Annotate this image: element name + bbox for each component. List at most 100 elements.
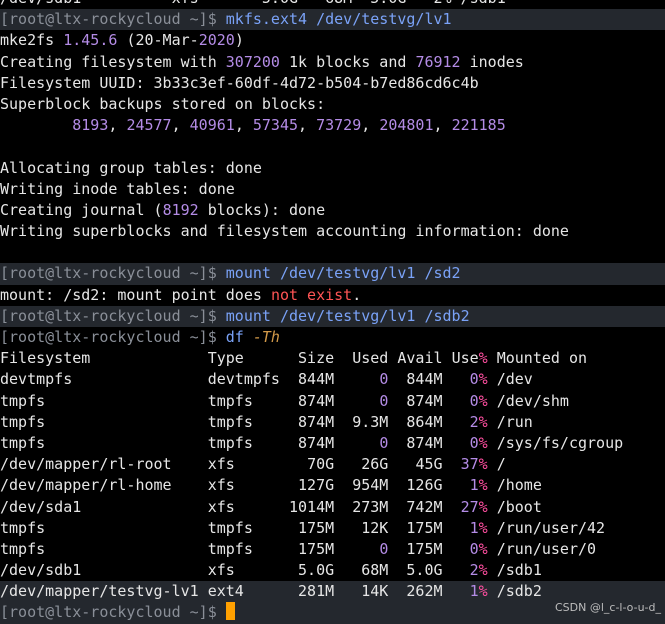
df-type: devtmpfs bbox=[207, 370, 280, 389]
mke2fs-version: 1.45.6 bbox=[63, 31, 118, 50]
df-avail: 874M bbox=[406, 391, 443, 410]
df-size: 70G bbox=[307, 455, 335, 474]
df-avail: 742M bbox=[406, 497, 443, 516]
df-row: tmpfs tmpfs 175M 12K 175M 1% /run/user/4… bbox=[0, 518, 665, 539]
superblock-label-line: Superblock backups stored on blocks: bbox=[0, 94, 665, 115]
df-used: 68M bbox=[361, 561, 389, 580]
df-filesystem: /dev/mapper/rl-home bbox=[0, 476, 172, 495]
df-type: tmpfs bbox=[207, 518, 253, 537]
df-row: tmpfs tmpfs 874M 9.3M 864M 2% /run bbox=[0, 412, 665, 433]
df-size: Size bbox=[298, 349, 335, 368]
df-usepct: 1 bbox=[469, 582, 479, 601]
df-mounted-on: /run/user/42 bbox=[496, 518, 606, 537]
writing-superblocks-line: Writing superblocks and filesystem accou… bbox=[0, 221, 665, 242]
df-avail: 5.0G bbox=[406, 561, 443, 580]
df-type: tmpfs bbox=[207, 412, 253, 431]
command-text: mount /dev/testvg/lv1 /sdb2 bbox=[225, 306, 470, 325]
df-type: tmpfs bbox=[207, 433, 253, 452]
df-row: tmpfs tmpfs 874M 0 874M 0% /sys/fs/cgrou… bbox=[0, 433, 665, 454]
df-size: 5.0G bbox=[298, 561, 335, 580]
df-usepct: 1 bbox=[469, 518, 479, 537]
prompt: [root@ltx-rockycloud ~]$ bbox=[0, 264, 217, 283]
writing-inode-line: Writing inode tables: done bbox=[0, 179, 665, 200]
df-type: Type bbox=[207, 349, 244, 368]
df-avail: 262M bbox=[406, 582, 443, 601]
percent-symbol: % bbox=[478, 497, 488, 516]
df-avail: 874M bbox=[406, 433, 443, 452]
df-used: 273M bbox=[352, 497, 389, 516]
df-used: 0 bbox=[379, 370, 389, 389]
df-size: 281M bbox=[298, 582, 335, 601]
superblock-separator: , bbox=[171, 116, 190, 135]
df-type: tmpfs bbox=[207, 391, 253, 410]
cf-text-b: 1k blocks and bbox=[289, 52, 407, 71]
superblock-block: 40961 bbox=[189, 116, 235, 135]
superblock-block: 57345 bbox=[252, 116, 299, 135]
df-type: tmpfs bbox=[207, 539, 253, 558]
percent-symbol: % bbox=[478, 391, 488, 410]
mke2fs-version-line: mke2fs 1.45.6 (20-Mar-2020) bbox=[0, 30, 665, 51]
df-usepct: 37 bbox=[460, 455, 479, 474]
df-row: /dev/sdb1 xfs 5.0G 68M 5.0G 2% /sdb1 bbox=[0, 560, 665, 581]
df-size: 874M bbox=[298, 412, 335, 431]
df-type: ext4 bbox=[207, 582, 244, 601]
mount-error-line: mount: /sd2: mount point does not exist. bbox=[0, 285, 665, 306]
df-mounted-on: /sys/fs/cgroup bbox=[496, 433, 624, 452]
command-line-df: [root@ltx-rockycloud ~]$ df -Th bbox=[0, 327, 665, 348]
df-usepct: 2 bbox=[469, 412, 479, 431]
mke2fs-date-year: 2020 bbox=[198, 31, 235, 50]
mke2fs-date-a: (20-Mar- bbox=[126, 31, 199, 50]
command-line-mount-sd2: [root@ltx-rockycloud ~]$ mount /dev/test… bbox=[0, 263, 665, 285]
df-avail: 175M bbox=[406, 518, 443, 537]
df-filesystem: tmpfs bbox=[0, 412, 46, 431]
command-text: mount /dev/testvg/lv1 /sd2 bbox=[225, 264, 461, 283]
df-mounted-on: /dev/shm bbox=[496, 391, 569, 410]
df-filesystem: tmpfs bbox=[0, 539, 46, 558]
df-filesystem: /dev/mapper/testvg-lv1 bbox=[0, 582, 199, 601]
error-not-exist: not exist bbox=[270, 285, 353, 304]
command-flag: -Th bbox=[252, 328, 280, 346]
df-usepct-symbol: % bbox=[478, 349, 488, 368]
df-type: xfs bbox=[207, 497, 235, 516]
df-type: xfs bbox=[207, 561, 235, 580]
df-size: 874M bbox=[298, 433, 335, 452]
df-filesystem: tmpfs bbox=[0, 433, 46, 452]
df-row: /dev/mapper/testvg-lv1 ext4 281M 14K 262… bbox=[0, 581, 665, 603]
df-type: xfs bbox=[207, 476, 235, 495]
writing-inode-text: Writing inode tables: done bbox=[0, 179, 235, 198]
df-usepct: 0 bbox=[469, 370, 479, 389]
df-usepct: 0 bbox=[469, 391, 479, 410]
df-type: xfs bbox=[207, 455, 235, 474]
df-size: 874M bbox=[298, 391, 335, 410]
df-mounted-on: /run bbox=[496, 412, 533, 431]
df-mounted-on: /sdb1 bbox=[496, 561, 542, 580]
text-cursor bbox=[225, 602, 235, 621]
mke2fs-name: mke2fs bbox=[0, 31, 55, 50]
df-avail: 175M bbox=[406, 539, 443, 558]
df-usepct: 1 bbox=[469, 476, 479, 495]
df-mounted-on: /sdb2 bbox=[496, 582, 542, 601]
df-usepct: 2 bbox=[469, 561, 479, 580]
error-text-a: mount: /sd2: mount point does bbox=[0, 285, 262, 304]
cj-text-b: blocks): done bbox=[207, 200, 326, 219]
df-filesystem: /dev/mapper/rl-root bbox=[0, 455, 172, 474]
df-usepct: 0 bbox=[469, 433, 479, 452]
uuid-value: 3b33c3ef-60df-4d72-b504-b7ed86cd6c4b bbox=[153, 73, 479, 92]
df-row: tmpfs tmpfs 175M 0 175M 0% /run/user/0 bbox=[0, 539, 665, 560]
mke2fs-date-c: ) bbox=[234, 31, 244, 50]
df-used: 9.3M bbox=[352, 412, 389, 431]
terminal-output[interactable]: /dev/sdb1 xfs 5.0G 68M 5.0G 2% /sdb1 [roo… bbox=[0, 0, 665, 624]
df-usepct: 27 bbox=[460, 497, 479, 516]
cf-inodes: 76912 bbox=[415, 52, 461, 71]
percent-symbol: % bbox=[478, 412, 488, 431]
percent-symbol: % bbox=[478, 370, 488, 389]
partial-top-text: /dev/sdb1 xfs 5.0G 68M 5.0G 2% /sdb1 bbox=[0, 0, 506, 7]
watermark: CSDN @l_c-l-o-u-d_ bbox=[555, 601, 661, 614]
df-size: 175M bbox=[298, 518, 335, 537]
percent-symbol: % bbox=[478, 518, 488, 537]
df-used: 0 bbox=[379, 539, 389, 558]
cj-blocks: 8192 bbox=[162, 200, 199, 219]
superblock-separator: , bbox=[234, 116, 253, 135]
